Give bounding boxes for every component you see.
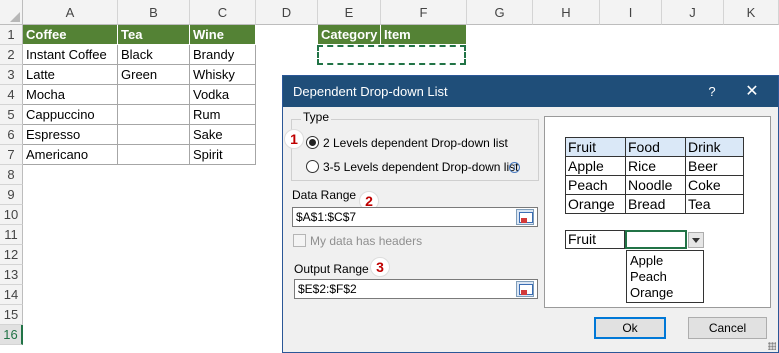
preview-dropdown-list: Apple Peach Orange <box>626 250 704 303</box>
column-header-b[interactable]: B <box>118 0 190 25</box>
data-range-label: Data Range <box>292 188 357 202</box>
preview-cell: Apple <box>565 156 626 176</box>
cell-a2[interactable]: Instant Coffee <box>23 45 118 65</box>
cell-c5[interactable]: Rum <box>190 105 256 125</box>
cell-a6[interactable]: Espresso <box>23 125 118 145</box>
headers-checkbox[interactable] <box>293 234 306 247</box>
column-header-a[interactable]: A <box>23 0 118 25</box>
step-badge-1: 1 <box>284 129 304 149</box>
data-range-input[interactable]: $A$1:$C$7 <box>292 207 538 227</box>
cell-b3[interactable]: Green <box>118 65 190 85</box>
cell-b7[interactable] <box>118 145 190 165</box>
preview-cell: Orange <box>565 194 626 214</box>
preview-dropdown-item: Apple <box>630 253 664 268</box>
step-badge-3: 3 <box>370 257 390 277</box>
column-header-i[interactable]: I <box>600 0 662 25</box>
cell-c6[interactable]: Sake <box>190 125 256 145</box>
row-header[interactable]: 12 <box>0 245 23 265</box>
radio-3-5-levels[interactable] <box>306 160 319 173</box>
column-header-e[interactable]: E <box>318 0 381 25</box>
row-header[interactable]: 6 <box>0 125 23 145</box>
preview-cell: Noodle <box>625 175 686 195</box>
preview-table: Fruit Food Drink Apple Rice Beer Peach N… <box>565 137 744 214</box>
column-header-c[interactable]: C <box>190 0 256 25</box>
type-group-label: Type <box>301 110 332 124</box>
cell-c7[interactable]: Spirit <box>190 145 256 165</box>
preview-cell: Peach <box>565 175 626 195</box>
selection-marquee-e2-f2[interactable] <box>317 45 466 65</box>
cell-f1[interactable]: Item <box>381 25 467 45</box>
cell-b1[interactable]: Tea <box>118 25 190 45</box>
radio-2-levels[interactable] <box>306 136 319 149</box>
dropdown-arrow-icon <box>688 232 704 248</box>
preview-dropdown-item: Orange <box>630 285 674 300</box>
preview-cell: Tea <box>685 194 744 214</box>
info-icon[interactable]: i <box>509 162 520 173</box>
cell-c3[interactable]: Whisky <box>190 65 256 85</box>
preview-dropdown-item: Peach <box>630 269 667 284</box>
preview-cell: Coke <box>685 175 744 195</box>
preview-header-cell: Drink <box>685 137 744 157</box>
preview-header-cell: Fruit <box>565 137 626 157</box>
row-header[interactable]: 13 <box>0 265 23 285</box>
cell-c1[interactable]: Wine <box>190 25 256 45</box>
cell-c2[interactable]: Brandy <box>190 45 256 65</box>
preview-panel: Fruit Food Drink Apple Rice Beer Peach N… <box>544 116 771 308</box>
row-header[interactable]: 3 <box>0 65 23 85</box>
row-header-selected[interactable]: 16 <box>0 325 23 345</box>
dialog-titlebar[interactable]: Dependent Drop-down List ? ✕ <box>283 76 778 107</box>
row-header[interactable]: 1 <box>0 25 23 45</box>
close-icon[interactable]: ✕ <box>742 76 762 107</box>
row-header[interactable]: 15 <box>0 305 23 325</box>
cell-e1[interactable]: Category <box>318 25 381 45</box>
output-range-label: Output Range <box>294 262 369 276</box>
cell-b5[interactable] <box>118 105 190 125</box>
column-header-k[interactable]: K <box>724 0 779 25</box>
output-range-input[interactable]: $E$2:$F$2 <box>294 279 538 299</box>
cell-a1[interactable]: Coffee <box>23 25 118 45</box>
output-range-select-icon[interactable] <box>516 281 534 297</box>
radio-3-5-levels-label[interactable]: 3-5 Levels dependent Drop-down list <box>323 160 518 174</box>
dialog-title: Dependent Drop-down List <box>293 84 448 99</box>
data-range-select-icon[interactable] <box>516 209 534 225</box>
help-icon[interactable]: ? <box>702 76 722 107</box>
preview-category-cell: Fruit <box>565 230 625 249</box>
cancel-button[interactable]: Cancel <box>688 317 767 339</box>
preview-header-cell: Food <box>625 137 686 157</box>
preview-cell: Rice <box>625 156 686 176</box>
column-header-j[interactable]: J <box>662 0 724 25</box>
cell-b2[interactable]: Black <box>118 45 190 65</box>
cell-c4[interactable]: Vodka <box>190 85 256 105</box>
dependent-dropdown-dialog: Dependent Drop-down List ? ✕ Type 1 2 Le… <box>282 75 779 353</box>
headers-checkbox-label[interactable]: My data has headers <box>310 234 422 248</box>
row-header[interactable]: 2 <box>0 45 23 65</box>
preview-item-cell <box>625 230 687 249</box>
cell-a7[interactable]: Americano <box>23 145 118 165</box>
row-header[interactable]: 7 <box>0 145 23 165</box>
preview-cell: Bread <box>625 194 686 214</box>
row-header[interactable]: 4 <box>0 85 23 105</box>
row-header[interactable]: 11 <box>0 225 23 245</box>
radio-2-levels-label[interactable]: 2 Levels dependent Drop-down list <box>323 136 508 150</box>
cell-a3[interactable]: Latte <box>23 65 118 85</box>
cell-a5[interactable]: Cappuccino <box>23 105 118 125</box>
preview-cell: Beer <box>685 156 744 176</box>
ok-button[interactable]: Ok <box>594 317 666 339</box>
row-header[interactable]: 8 <box>0 165 23 185</box>
row-header[interactable]: 14 <box>0 285 23 305</box>
row-header[interactable]: 5 <box>0 105 23 125</box>
column-header-f[interactable]: F <box>381 0 467 25</box>
column-header-h[interactable]: H <box>533 0 600 25</box>
row-header[interactable]: 9 <box>0 185 23 205</box>
cell-a4[interactable]: Mocha <box>23 85 118 105</box>
cell-b6[interactable] <box>118 125 190 145</box>
select-all-corner[interactable] <box>0 0 23 25</box>
column-header-d[interactable]: D <box>256 0 318 25</box>
column-header-g[interactable]: G <box>467 0 533 25</box>
row-header[interactable]: 10 <box>0 205 23 225</box>
cell-b4[interactable] <box>118 85 190 105</box>
resize-grip-icon[interactable] <box>768 342 776 350</box>
